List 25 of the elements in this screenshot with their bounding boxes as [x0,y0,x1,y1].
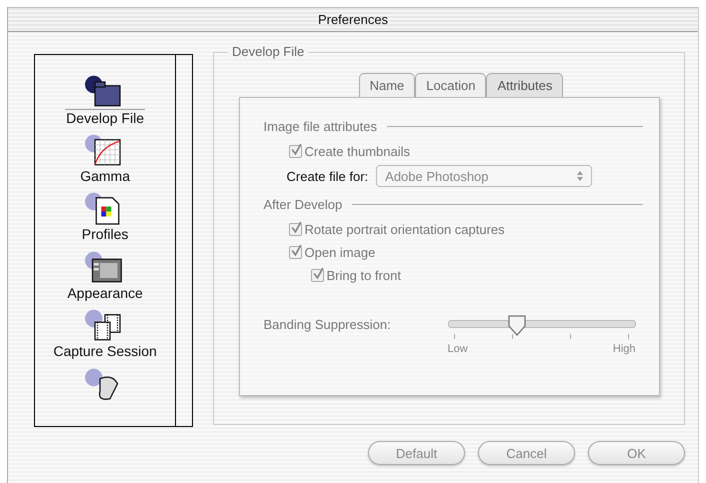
checkbox-label: Bring to front [326,268,401,283]
sidebar-item[interactable]: Gamma [40,134,170,192]
group-title: Develop File [228,44,308,59]
slider-label: Banding Suppression: [264,317,392,334]
field-label: Create file for: [286,168,368,184]
stepper-arrows-icon [577,171,584,181]
tab[interactable]: Location [415,73,486,97]
slider-track[interactable] [448,314,636,336]
checkbox-label: Create thumbnails [304,144,410,159]
sidebar-item[interactable]: Appearance [40,250,170,309]
sidebar-item[interactable]: Develop File [40,75,170,134]
section-title: After Develop [264,197,342,212]
tick-mark [512,334,513,339]
tick-label: Low [448,343,468,355]
tick-mark [628,334,630,339]
checkbox-label: Open image [304,245,376,260]
sidebar-item[interactable]: Profiles [40,192,170,250]
checkbox-label: Rotate portrait orientation captures [304,222,505,237]
tick-label: High [612,343,636,355]
window-title: Preferences [318,12,388,27]
tab[interactable]: Name [358,73,416,97]
tab[interactable]: Attributes [486,73,564,97]
tick-mark [570,334,572,339]
sidebar-item[interactable]: Capture Session [40,309,170,368]
section-title: Image file attributes [264,119,377,134]
